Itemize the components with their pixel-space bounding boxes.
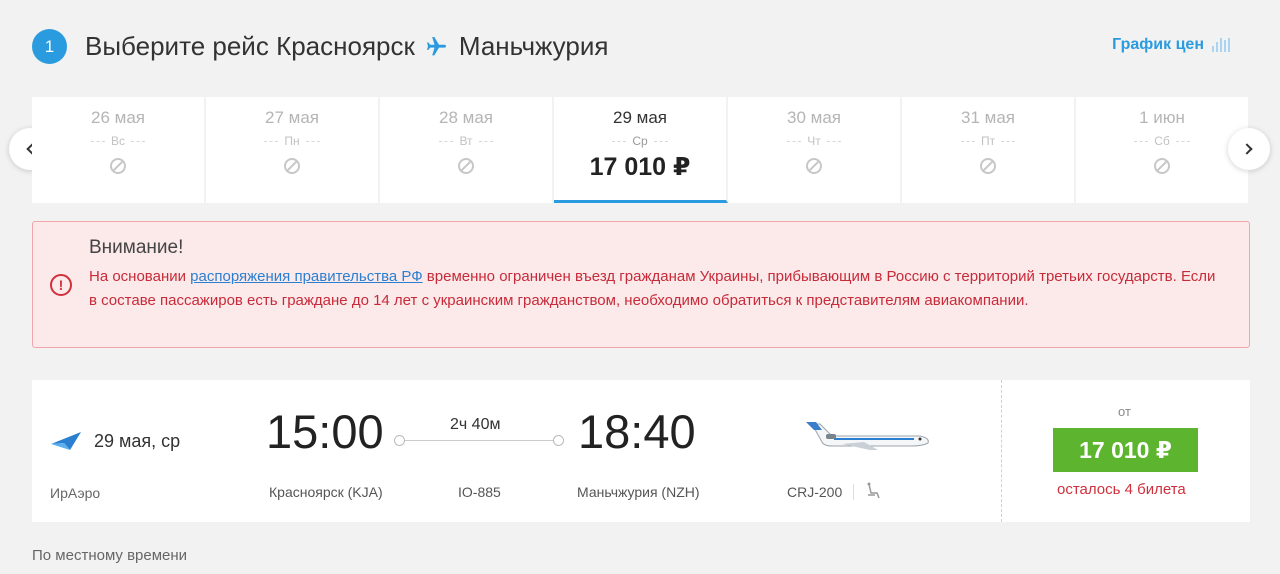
bar-chart-icon [1212,38,1230,52]
departure-city: Красноярск (KJA) [269,484,383,500]
unavailable-icon [1154,158,1170,174]
price-chart-label: График цен [1112,36,1204,53]
unavailable-icon [806,158,822,174]
date-tab[interactable]: 26 мая Вс [32,97,206,203]
seat-icon [867,482,880,499]
arrival-city: Маньчжурия (NZH) [577,484,700,500]
airline-logo-icon [51,432,81,450]
weekday-label: Сб [1076,134,1248,148]
step-number-badge: 1 [32,29,67,64]
aircraft-image-icon [806,422,929,450]
weekday-label: Ср [554,134,726,148]
alert-title: Внимание! [89,237,184,258]
flight-date: 29 мая, ср [94,431,181,451]
seats-left-notice: осталось 4 билета [1057,481,1186,498]
date-selector: 26 мая Вс 27 мая Пн 28 мая Вт 29 мая Ср … [32,97,1248,203]
date-label: 26 мая [91,108,145,127]
buy-ticket-button[interactable]: 17 010 ₽ [1053,428,1198,472]
route-line [394,435,564,446]
flight-card[interactable]: 29 мая, ср ИрАэро 15:00 2ч 40м 18:40 Кра… [32,380,1250,522]
date-label: 30 мая [787,108,841,127]
date-label: 31 мая [961,108,1015,127]
weekday-label: Пн [206,134,378,148]
date-tab[interactable]: 27 мая Пн [206,97,380,203]
chevron-right-icon [1241,143,1253,155]
unavailable-icon [284,158,300,174]
price-divider [1001,380,1002,522]
flight-duration: 2ч 40м [450,416,501,433]
unavailable-icon [458,158,474,174]
date-tab[interactable]: 30 мая Чт [728,97,902,203]
local-time-note: По местному времени [32,547,188,564]
next-dates-button[interactable] [1228,128,1270,170]
date-label: 1 июн [1139,108,1185,127]
government-order-link[interactable]: распоряжения правительства РФ [190,268,422,285]
arrival-time: 18:40 [578,405,696,458]
date-tab[interactable]: 31 мая Пт [902,97,1076,203]
date-label: 28 мая [439,108,493,127]
page-header: 1 Выберите рейс Красноярск Маньчжурия Гр… [0,0,1280,92]
airline-name: ИрАэро [50,485,101,501]
origin-city: Красноярск [276,31,415,61]
date-tab[interactable]: 28 мая Вт [380,97,554,203]
price-prefix: от [1118,404,1131,419]
price-chart-link[interactable]: График цен [1112,36,1230,54]
flight-number: IO-885 [458,484,501,500]
date-tab-selected[interactable]: 29 мая Ср 17 010 ₽ [554,97,728,203]
aircraft-type: CRJ-200 [787,484,843,500]
airplane-icon [426,37,446,56]
separator [853,484,854,500]
unavailable-icon [110,158,126,174]
title-prefix: Выберите рейс [85,31,269,61]
departure-time: 15:00 [266,405,384,458]
date-label: 27 мая [265,108,319,127]
date-price: 17 010 ₽ [589,153,691,181]
weekday-label: Пт [902,134,1074,148]
exclamation-icon: ! [50,274,72,296]
alert-text-before: На основании [89,268,191,285]
weekday-label: Чт [728,134,900,148]
weekday-label: Вт [380,134,552,148]
unavailable-icon [980,158,996,174]
alert-text: На основании распоряжения правительства … [89,265,1219,313]
date-tab[interactable]: 1 июн Сб [1076,97,1248,203]
date-label: 29 мая [613,108,667,127]
destination-city: Маньчжурия [458,31,609,61]
warning-alert: ! Внимание! На основании распоряжения пр… [32,221,1250,348]
page-title: Выберите рейс Красноярск Маньчжурия [85,29,608,63]
weekday-label: Вс [32,134,204,148]
